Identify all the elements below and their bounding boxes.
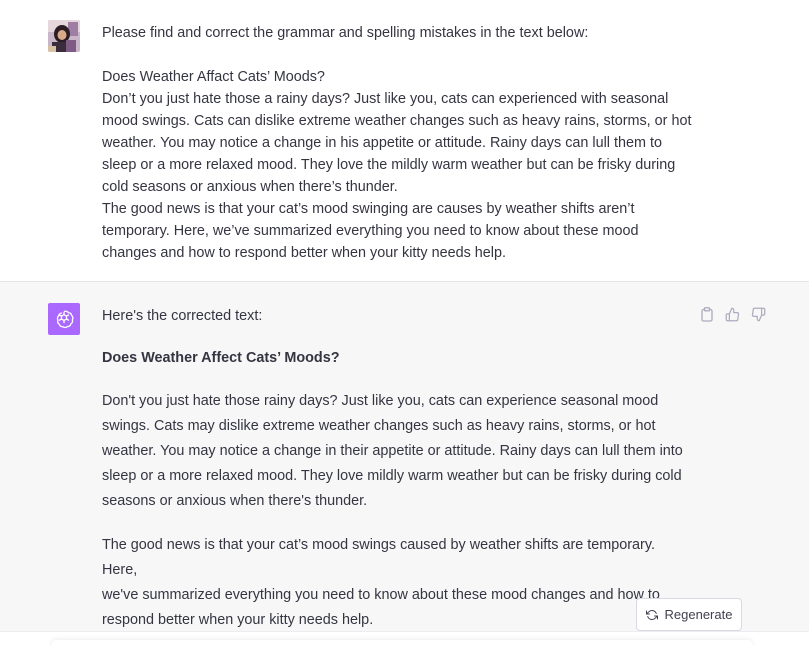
assistant-avatar	[48, 303, 80, 335]
assistant-message: Here's the corrected text: Does Weather …	[0, 282, 809, 645]
paragraph-line: we've summarized everything you need to …	[102, 587, 660, 603]
user-line: mood swings. Cats can dislike extreme we…	[102, 113, 692, 129]
assistant-title: Does Weather Affect Cats’ Moods?	[102, 350, 340, 366]
assistant-intro: Here's the corrected text:	[102, 308, 263, 324]
message-input-edge[interactable]	[52, 640, 752, 645]
copy-button[interactable]	[698, 306, 715, 323]
thumbs-down-icon	[751, 307, 766, 322]
assistant-paragraph-1: Don't you just hate those rainy days? Ju…	[102, 389, 692, 514]
chat-page: Please find and correct the grammar and …	[0, 0, 809, 645]
refresh-icon	[645, 609, 658, 620]
paragraph-line: The good news is that your cat’s mood sw…	[102, 537, 655, 578]
user-title: Does Weather Affact Cats’ Moods?	[102, 69, 325, 85]
user-line: weather. You may notice a change in his …	[102, 135, 662, 151]
user-intro: Please find and correct the grammar and …	[102, 25, 589, 41]
message-actions	[698, 306, 767, 323]
user-line: sleep or a more relaxed mood. They love …	[102, 157, 676, 173]
user-line: The good news is that your cat’s mood sw…	[102, 201, 635, 217]
regenerate-button[interactable]: Regenerate	[636, 598, 742, 631]
clipboard-icon	[700, 307, 713, 322]
user-message-text: Please find and correct the grammar and …	[102, 22, 692, 264]
user-line: cold seasons or anxious when there’s thu…	[102, 179, 398, 195]
assistant-paragraph-2: The good news is that your cat’s mood sw…	[102, 533, 692, 633]
user-avatar	[48, 20, 80, 52]
user-message: Please find and correct the grammar and …	[0, 0, 809, 282]
regenerate-label: Regenerate	[664, 607, 733, 622]
paragraph-line: sleep or a more relaxed mood. They love …	[102, 468, 682, 484]
paragraph-line: Don't you just hate those rainy days? Ju…	[102, 393, 659, 409]
paragraph-line: swings. Cats may dislike extreme weather…	[102, 418, 656, 434]
paragraph-line: respond better when your kitty needs hel…	[102, 612, 374, 628]
user-line: Don’t you just hate those a rainy days? …	[102, 91, 669, 107]
paragraph-line: weather. You may notice a change in thei…	[102, 443, 683, 459]
like-button[interactable]	[724, 306, 741, 323]
thumbs-up-icon	[725, 307, 740, 322]
assistant-message-text: Here's the corrected text: Does Weather …	[102, 305, 692, 633]
user-line: changes and how to respond better when y…	[102, 245, 506, 261]
dislike-button[interactable]	[750, 306, 767, 323]
paragraph-line: seasons or anxious when there's thunder.	[102, 493, 368, 509]
user-line: temporary. Here, we’ve summarized everyt…	[102, 223, 639, 239]
openai-logo-icon	[56, 310, 74, 329]
